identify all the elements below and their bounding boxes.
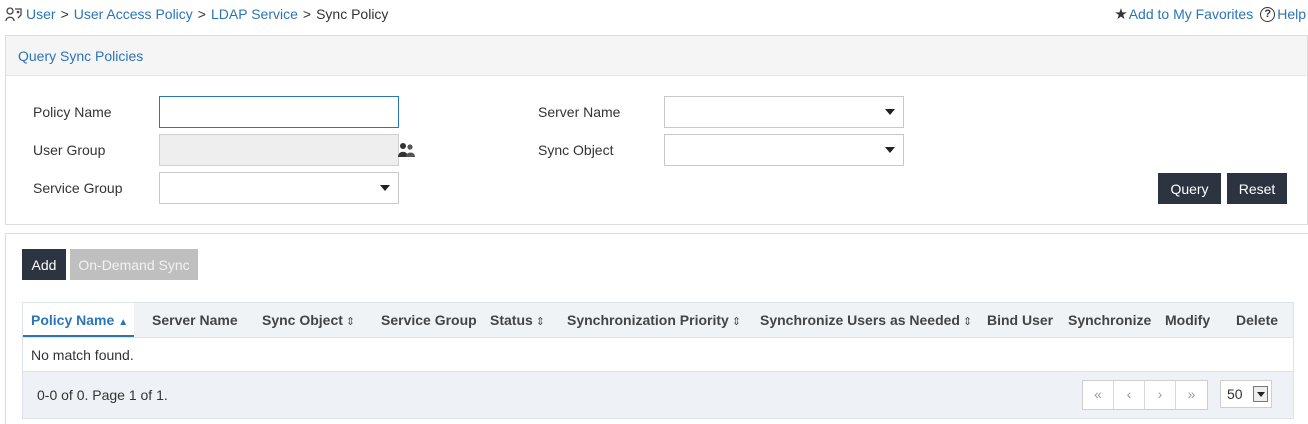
query-button[interactable]: Query xyxy=(1158,173,1221,204)
user-group-label: User Group xyxy=(33,142,106,158)
column-label: Server Name xyxy=(152,312,238,328)
top-actions: ★ Add to My Favorites ? Help xyxy=(1114,4,1306,24)
column-header-bind-user: Bind User xyxy=(987,303,1053,337)
on-demand-sync-button[interactable]: On-Demand Sync xyxy=(70,249,198,280)
add-to-favorites-link[interactable]: ★ Add to My Favorites xyxy=(1114,5,1253,23)
server-name-label: Server Name xyxy=(538,104,621,120)
column-label: Service Group xyxy=(381,312,477,328)
sort-icon: ⇕ xyxy=(731,316,742,328)
breadcrumb-separator: > xyxy=(60,6,69,22)
page-size-value: 50 xyxy=(1227,386,1243,402)
table-header: Policy Name ▲ Server Name Sync Object ⇕ Se… xyxy=(22,302,1294,338)
sort-ascending-icon: ▲ xyxy=(118,317,129,328)
column-label: Delete xyxy=(1236,312,1279,328)
policy-name-label: Policy Name xyxy=(33,104,112,120)
chevron-down-icon xyxy=(380,185,390,191)
chevron-down-icon xyxy=(885,109,895,115)
column-label: Synchronization Priority xyxy=(567,312,729,328)
column-header-server-name: Server Name xyxy=(152,303,238,337)
add-button[interactable]: Add xyxy=(22,249,66,280)
sort-icon: ⇕ xyxy=(535,316,546,328)
sync-object-label: Sync Object xyxy=(538,142,614,158)
query-panel-title: Query Sync Policies xyxy=(6,36,1307,76)
reset-button[interactable]: Reset xyxy=(1227,173,1287,204)
help-icon: ? xyxy=(1260,6,1276,22)
column-header-service-group: Service Group xyxy=(381,303,477,337)
column-label: Modify xyxy=(1165,312,1211,328)
query-panel: Query Sync Policies Policy Name User Gro… xyxy=(5,35,1308,225)
sort-icon: ⇕ xyxy=(345,316,356,328)
chevron-down-icon xyxy=(885,147,895,153)
pager: « ‹ › » xyxy=(1082,380,1208,410)
breadcrumb-separator: > xyxy=(197,6,206,22)
breadcrumb-separator: > xyxy=(302,6,312,22)
star-add-icon: ★ xyxy=(1114,6,1128,23)
server-name-select[interactable] xyxy=(664,96,904,128)
service-group-label: Service Group xyxy=(33,180,123,196)
column-label: Status xyxy=(490,312,533,328)
pagination-bar: 0-0 of 0. Page 1 of 1. « ‹ › » 50 xyxy=(22,372,1294,419)
pagination-summary: 0-0 of 0. Page 1 of 1. xyxy=(37,387,168,403)
column-header-policy-name[interactable]: Policy Name ▲ xyxy=(23,303,134,337)
user-policy-icon xyxy=(5,7,22,22)
select-user-group-icon[interactable] xyxy=(398,142,416,158)
column-label: Synchronize Users as Needed xyxy=(760,312,960,328)
empty-message: No match found. xyxy=(22,338,1294,372)
breadcrumb-user[interactable]: User xyxy=(26,6,56,22)
column-header-sync-as-needed[interactable]: Synchronize Users as Needed ⇕ xyxy=(760,303,972,337)
column-header-delete: Delete xyxy=(1236,303,1278,337)
next-page-button[interactable]: › xyxy=(1145,381,1176,409)
previous-page-button[interactable]: ‹ xyxy=(1114,381,1145,409)
breadcrumb-user-access-policy[interactable]: User Access Policy xyxy=(74,6,193,22)
user-group-input xyxy=(159,134,399,166)
column-label: Policy Name xyxy=(31,312,115,328)
column-header-sync-object[interactable]: Sync Object ⇕ xyxy=(262,303,355,337)
sort-icon: ⇕ xyxy=(962,316,973,328)
column-header-status[interactable]: Status ⇕ xyxy=(490,303,545,337)
page-size-select[interactable]: 50 xyxy=(1220,380,1272,408)
help-link[interactable]: ? Help xyxy=(1260,6,1306,22)
first-page-button[interactable]: « xyxy=(1083,381,1114,409)
service-group-select[interactable] xyxy=(159,172,399,204)
sync-object-select[interactable] xyxy=(664,134,904,166)
breadcrumb-current: Sync Policy xyxy=(316,6,389,22)
column-label: Bind User xyxy=(987,312,1054,328)
breadcrumb: User > User Access Policy > LDAP Service… xyxy=(5,4,388,24)
column-label: Sync Object xyxy=(262,312,343,328)
column-header-synchronize: Synchronize xyxy=(1068,303,1151,337)
chevron-down-icon xyxy=(1253,386,1268,402)
column-header-modify: Modify xyxy=(1165,303,1210,337)
policy-name-input[interactable] xyxy=(159,96,399,128)
column-header-sync-priority[interactable]: Synchronization Priority ⇕ xyxy=(567,303,741,337)
column-label: Synchronize xyxy=(1068,312,1152,328)
favorites-label: Add to My Favorites xyxy=(1128,6,1254,22)
sync-policy-table: Policy Name ▲ Server Name Sync Object ⇕ Se… xyxy=(22,302,1294,419)
last-page-button[interactable]: » xyxy=(1176,381,1207,409)
breadcrumb-ldap-service[interactable]: LDAP Service xyxy=(211,6,298,22)
help-label: Help xyxy=(1277,6,1306,22)
